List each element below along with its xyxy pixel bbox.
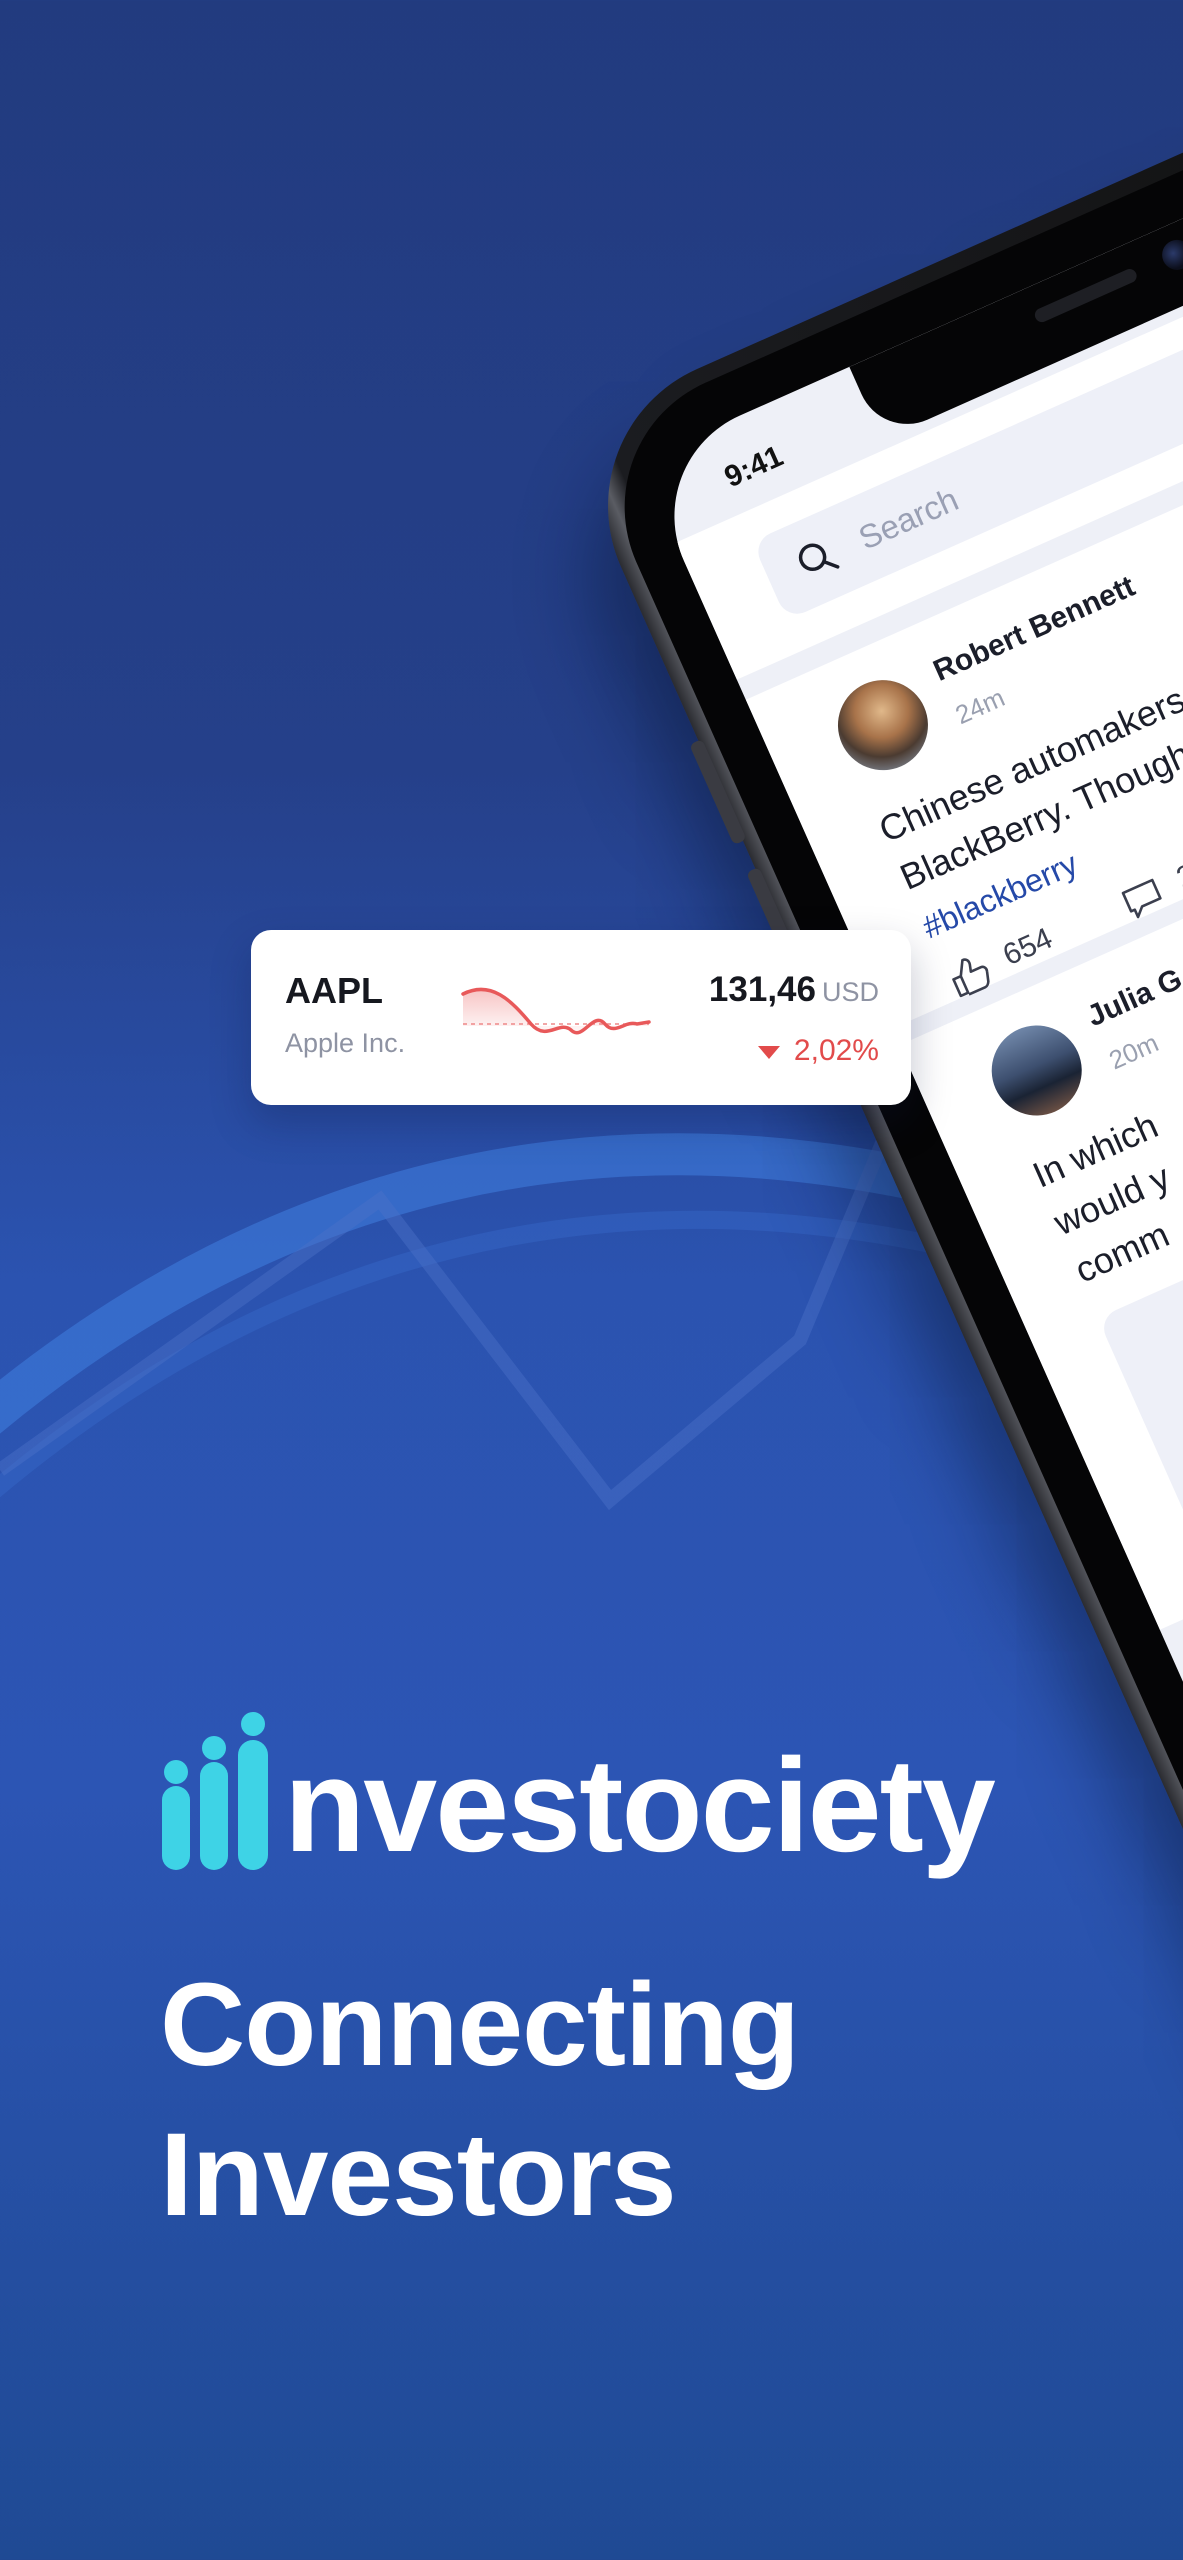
- search-icon: [798, 543, 840, 572]
- sparkline-chart: [461, 987, 651, 1035]
- avatar[interactable]: [977, 1011, 1097, 1130]
- down-arrow-icon: [757, 1045, 780, 1059]
- tagline-line: Connecting: [160, 1959, 800, 2091]
- stock-change: 2,02%: [793, 1034, 879, 1067]
- comment-icon[interactable]: [1113, 868, 1171, 926]
- brand-name: nvestociety: [284, 1732, 996, 1880]
- stock-price: 131,46: [708, 970, 816, 1009]
- search-placeholder: Search: [853, 480, 964, 557]
- post-time: 20m: [1104, 1027, 1163, 1076]
- post-author[interactable]: Robert Bennett: [929, 570, 1141, 689]
- stock-change-row: 2,02%: [757, 1034, 879, 1068]
- comment-count: 23: [1171, 851, 1183, 895]
- speaker: [1032, 266, 1139, 325]
- avatar[interactable]: [823, 665, 943, 785]
- stock-ticker: AAPL: [285, 970, 383, 1011]
- stock-card[interactable]: AAPL Apple Inc. 131,46 USD 2,02%: [251, 930, 911, 1105]
- stock-price-row: 131,46 USD: [709, 970, 879, 1010]
- stock-currency: USD: [821, 977, 879, 1007]
- thumbs-up-icon[interactable]: [940, 946, 998, 1004]
- post-author[interactable]: Julia G: [1082, 962, 1183, 1034]
- camera-icon: [1157, 235, 1183, 275]
- tagline: Connecting Investors: [160, 1950, 800, 2250]
- stock-company: Apple Inc.: [285, 1028, 406, 1058]
- like-count: 654: [998, 921, 1058, 973]
- tagline-line: Investors: [160, 2109, 677, 2241]
- post-time: 24m: [950, 682, 1010, 731]
- brand-logo-icon: [162, 1712, 268, 1870]
- status-time: 9:41: [719, 439, 788, 495]
